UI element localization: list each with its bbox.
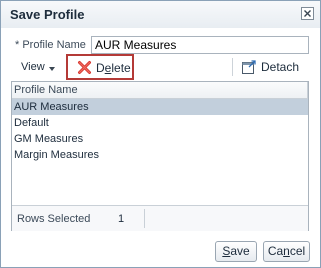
- table-header: Profile Name: [12, 82, 308, 99]
- row-cell-profile-name: Margin Measures: [14, 149, 99, 161]
- column-header-profile-name[interactable]: Profile Name: [14, 84, 78, 96]
- save-button[interactable]: Save: [215, 241, 257, 262]
- row-cell-profile-name: AUR Measures: [14, 101, 89, 113]
- profile-name-label-text: Profile Name: [22, 39, 86, 51]
- red-x-delete-icon: [77, 60, 92, 78]
- table-status-bar: Rows Selected 1: [12, 205, 308, 231]
- rows-selected-count: 1: [118, 213, 125, 225]
- delete-button-label: Delete: [96, 61, 131, 75]
- chevron-down-icon[interactable]: [49, 67, 55, 71]
- view-menu[interactable]: View: [21, 61, 45, 73]
- table-row[interactable]: Default: [12, 115, 308, 131]
- table-row[interactable]: GM Measures: [12, 131, 308, 147]
- cancel-button[interactable]: Cancel: [263, 241, 310, 262]
- profiles-table: Profile Name AUR Measures Default GM Mea…: [11, 81, 309, 231]
- save-profile-dialog: Save Profile * Profile Name View Delete: [0, 0, 321, 268]
- toolbar-separator: [232, 58, 233, 76]
- profile-name-input[interactable]: [91, 36, 309, 54]
- table-row[interactable]: Margin Measures: [12, 147, 308, 163]
- table-row[interactable]: AUR Measures: [12, 99, 308, 115]
- close-icon[interactable]: [301, 7, 314, 20]
- row-cell-profile-name: Default: [14, 117, 49, 129]
- dialog-title: Save Profile: [10, 7, 85, 22]
- profile-name-label: * Profile Name: [15, 39, 86, 51]
- column-separator: [307, 82, 308, 98]
- delete-button[interactable]: Delete: [66, 54, 134, 80]
- detach-button-label: Detach: [261, 60, 300, 74]
- status-separator: [144, 209, 145, 228]
- row-cell-profile-name: GM Measures: [14, 133, 84, 145]
- dialog-titlebar[interactable]: Save Profile: [1, 1, 320, 28]
- detach-icon: [241, 59, 257, 78]
- rows-selected-label: Rows Selected: [17, 213, 91, 225]
- required-marker: *: [15, 39, 20, 51]
- detach-button[interactable]: Detach: [241, 58, 301, 76]
